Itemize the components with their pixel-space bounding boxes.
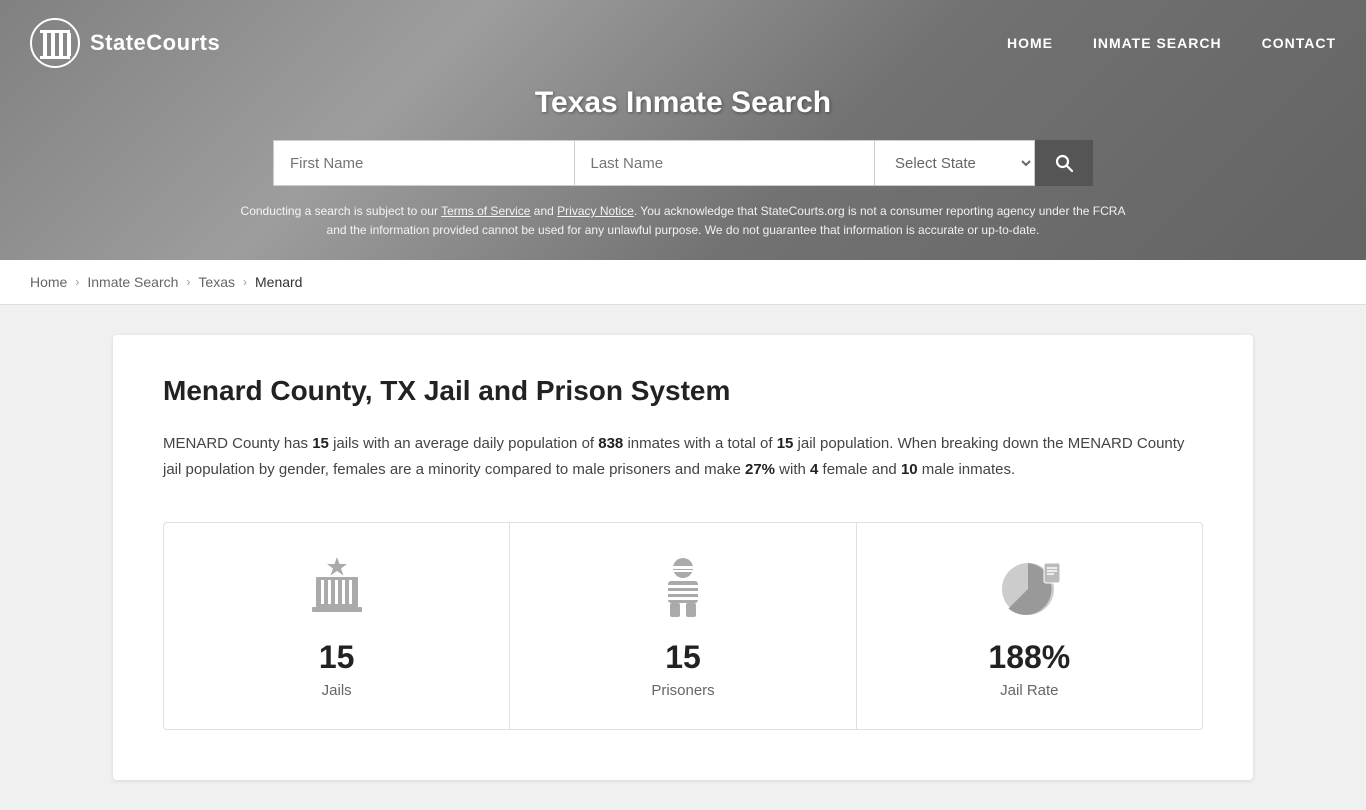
first-name-input[interactable] xyxy=(273,140,574,186)
desc-mid1: jails with an average daily population o… xyxy=(329,435,598,452)
breadcrumb-home[interactable]: Home xyxy=(30,274,67,290)
disclaimer-intro: Conducting a search is subject to our xyxy=(241,204,442,218)
jail-rate-label: Jail Rate xyxy=(1000,682,1058,699)
nav-bar: StateCourts HOME INMATE SEARCH CONTACT xyxy=(0,0,1366,86)
rate-icon xyxy=(994,553,1064,623)
logo[interactable]: StateCourts xyxy=(30,18,220,68)
desc-jails-count: 15 xyxy=(312,435,329,452)
breadcrumb-inmate-search[interactable]: Inmate Search xyxy=(87,274,178,290)
stat-prisoners: 15 Prisoners xyxy=(510,523,856,729)
desc-intro: MENARD County has xyxy=(163,435,312,452)
home-link[interactable]: HOME xyxy=(1007,35,1053,51)
search-section: Texas Inmate Search Select State Alabama… xyxy=(0,86,1366,260)
county-title: Menard County, TX Jail and Prison System xyxy=(163,375,1203,407)
page-title: Texas Inmate Search xyxy=(20,86,1346,120)
desc-avg-pop: 838 xyxy=(598,435,623,452)
jails-label: Jails xyxy=(322,682,352,699)
prisoner-icon xyxy=(648,553,718,623)
desc-end: male inmates. xyxy=(918,461,1016,478)
prisoners-number: 15 xyxy=(665,639,701,676)
stat-jail-rate: 188% Jail Rate xyxy=(857,523,1202,729)
terms-link[interactable]: Terms of Service xyxy=(441,204,530,218)
disclaimer: Conducting a search is subject to our Te… xyxy=(233,202,1133,240)
nav-links: HOME INMATE SEARCH CONTACT xyxy=(1007,35,1336,51)
disclaimer-and: and xyxy=(530,204,557,218)
content-card: Menard County, TX Jail and Prison System… xyxy=(113,335,1253,780)
logo-icon xyxy=(30,18,80,68)
breadcrumb-sep-2: › xyxy=(186,275,190,289)
jails-number: 15 xyxy=(319,639,355,676)
search-icon xyxy=(1054,153,1074,173)
desc-mid2: inmates with a total of xyxy=(623,435,776,452)
county-description: MENARD County has 15 jails with an avera… xyxy=(163,431,1203,482)
breadcrumb-sep-1: › xyxy=(75,275,79,289)
desc-mid4: with xyxy=(775,461,810,478)
state-select[interactable]: Select State AlabamaAlaskaArizona Arkans… xyxy=(874,140,1035,186)
stat-jails: 15 Jails xyxy=(164,523,510,729)
breadcrumb-current: Menard xyxy=(255,274,302,290)
search-button[interactable] xyxy=(1035,140,1093,186)
stats-row: 15 Jails xyxy=(163,522,1203,730)
inmate-search-link[interactable]: INMATE SEARCH xyxy=(1093,35,1222,51)
last-name-input[interactable] xyxy=(574,140,875,186)
logo-text: StateCourts xyxy=(90,30,220,56)
jail-rate-number: 188% xyxy=(988,639,1070,676)
main-content: Menard County, TX Jail and Prison System… xyxy=(93,335,1273,780)
breadcrumb-sep-3: › xyxy=(243,275,247,289)
breadcrumb-state[interactable]: Texas xyxy=(198,274,235,290)
contact-link[interactable]: CONTACT xyxy=(1262,35,1336,51)
desc-total-pop: 15 xyxy=(777,435,794,452)
desc-male-count: 10 xyxy=(901,461,918,478)
prisoners-label: Prisoners xyxy=(651,682,714,699)
search-bar: Select State AlabamaAlaskaArizona Arkans… xyxy=(273,140,1093,186)
jail-icon xyxy=(302,553,372,623)
header: StateCourts HOME INMATE SEARCH CONTACT T… xyxy=(0,0,1366,260)
breadcrumb: Home › Inmate Search › Texas › Menard xyxy=(0,260,1366,305)
desc-pct: 27% xyxy=(745,461,775,478)
desc-mid5: female and xyxy=(818,461,901,478)
privacy-link[interactable]: Privacy Notice xyxy=(557,204,634,218)
